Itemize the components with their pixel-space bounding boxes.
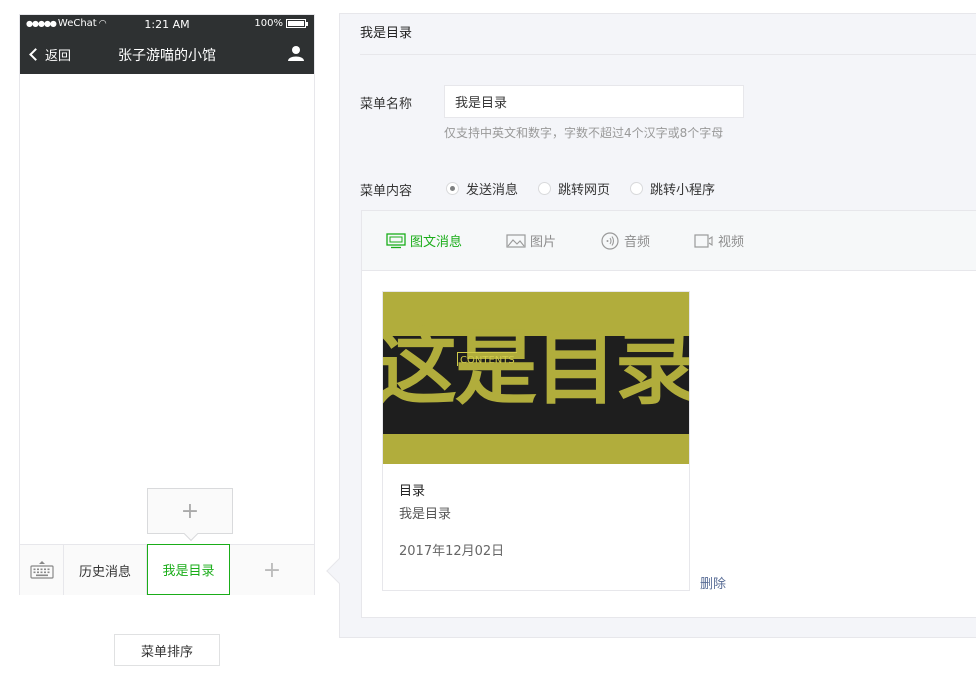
account-title: 张子游喵的小馆 bbox=[118, 48, 216, 64]
article-cover-image: 这是目录 CONTENTS bbox=[383, 292, 689, 464]
menu-name-input[interactable] bbox=[444, 85, 744, 118]
article-card[interactable]: 这是目录 CONTENTS 目录 我是目录 2017年12月02日 bbox=[382, 291, 690, 591]
phone-navbar: 返回 张子游喵的小馆 bbox=[20, 39, 314, 71]
menu-content-type-group: 发送消息 跳转网页 跳转小程序 bbox=[446, 179, 715, 198]
radio-jump-webpage[interactable]: 跳转网页 bbox=[538, 179, 610, 198]
tab-image[interactable]: 图片 bbox=[506, 231, 556, 250]
radio-send-message[interactable]: 发送消息 bbox=[446, 179, 518, 198]
menu-item-label: 历史消息 bbox=[78, 564, 131, 580]
keyboard-icon bbox=[29, 561, 54, 579]
tab-video[interactable]: 视频 bbox=[694, 231, 744, 250]
article-title: 目录 bbox=[399, 484, 426, 499]
tab-label: 图片 bbox=[530, 235, 557, 250]
audio-icon bbox=[601, 231, 619, 250]
video-icon bbox=[694, 233, 713, 248]
status-bar: ●●●●● WeChat ◠ 1:21 AM 100% bbox=[20, 15, 314, 35]
cover-tag: CONTENTS bbox=[457, 352, 517, 366]
phone-preview: ●●●●● WeChat ◠ 1:21 AM 100% 返回 张子游喵的小馆 + bbox=[19, 14, 315, 595]
battery-percent: 100% bbox=[254, 18, 283, 29]
radio-jump-miniprogram[interactable]: 跳转小程序 bbox=[630, 179, 715, 198]
tab-label: 视频 bbox=[718, 235, 745, 250]
menu-editor-panel: 我是目录 菜单名称 仅支持中英文和数字，字数不超过4个汉字或8个字母 菜单内容 … bbox=[339, 13, 976, 638]
chat-area bbox=[20, 74, 314, 544]
editor-title: 我是目录 bbox=[360, 14, 976, 55]
tab-news[interactable]: 图文消息 bbox=[386, 231, 462, 250]
news-icon bbox=[386, 232, 406, 248]
content-type-tabs: 图文消息 图片 音频 视频 bbox=[362, 211, 976, 271]
menu-item-label: 我是目录 bbox=[162, 564, 215, 579]
add-menu-button[interactable]: + bbox=[230, 545, 314, 595]
tab-label: 图文消息 bbox=[410, 235, 463, 250]
message-content-box: 图文消息 图片 音频 视频 这是目录 CONTENTS 目录 我是目录 2017… bbox=[361, 210, 976, 618]
plus-icon: + bbox=[180, 498, 200, 524]
radio-unchecked-icon bbox=[538, 182, 552, 195]
delete-link[interactable]: 删除 bbox=[700, 573, 726, 592]
phone-header: ●●●●● WeChat ◠ 1:21 AM 100% 返回 张子游喵的小馆 bbox=[20, 15, 314, 74]
plus-icon: + bbox=[262, 557, 282, 583]
user-profile-icon[interactable] bbox=[288, 45, 304, 61]
article-digest: 我是目录 bbox=[399, 507, 452, 522]
menu-sort-button[interactable]: 菜单排序 bbox=[114, 634, 220, 666]
battery-indicator: 100% bbox=[254, 18, 308, 29]
radio-checked-icon bbox=[446, 182, 459, 195]
image-icon bbox=[506, 233, 526, 248]
menu-item-directory[interactable]: 我是目录 bbox=[147, 544, 230, 595]
article-date: 2017年12月02日 bbox=[399, 544, 505, 559]
radio-label: 发送消息 bbox=[466, 183, 519, 198]
cover-headline: 这是目录 bbox=[383, 321, 689, 416]
add-submenu-button[interactable]: + bbox=[147, 488, 233, 534]
radio-label: 跳转小程序 bbox=[650, 183, 716, 198]
menu-content-label: 菜单内容 bbox=[360, 184, 413, 199]
menu-name-hint: 仅支持中英文和数字，字数不超过4个汉字或8个字母 bbox=[444, 126, 724, 140]
keyboard-toggle[interactable] bbox=[20, 545, 64, 595]
tab-audio[interactable]: 音频 bbox=[600, 231, 650, 250]
custom-menu-bar: 历史消息 我是目录 + bbox=[20, 544, 314, 595]
battery-icon bbox=[286, 19, 308, 28]
radio-label: 跳转网页 bbox=[558, 183, 611, 198]
menu-item-history[interactable]: 历史消息 bbox=[64, 545, 147, 595]
menu-name-label: 菜单名称 bbox=[360, 97, 413, 112]
radio-unchecked-icon bbox=[630, 182, 644, 195]
tab-label: 音频 bbox=[624, 235, 651, 250]
